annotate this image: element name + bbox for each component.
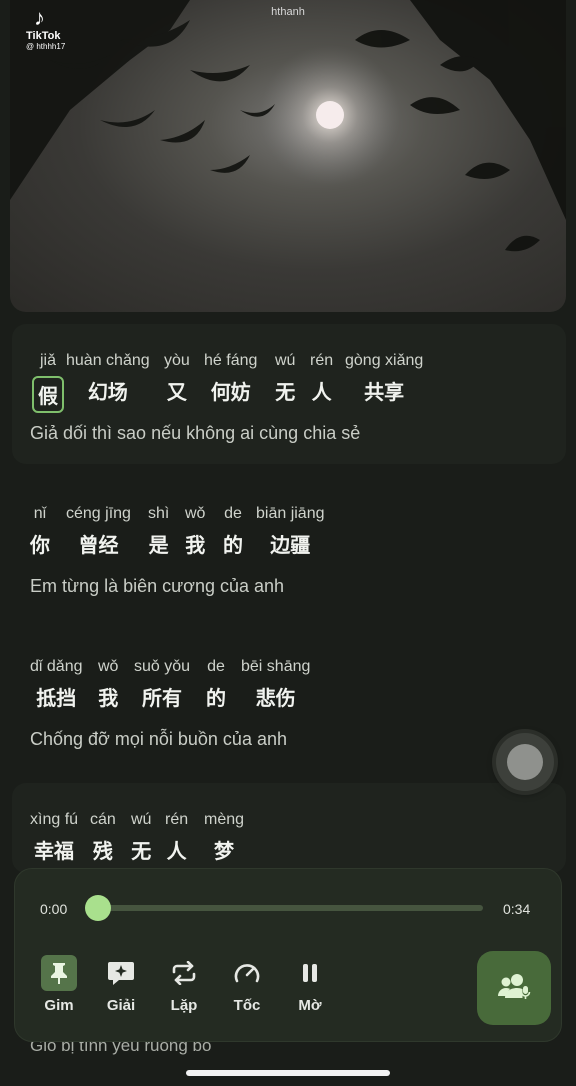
lyric-translation: Chống đỡ mọi nỗi buồn của anh [30,729,287,749]
progress-track[interactable] [99,905,483,911]
speedometer-icon [229,955,265,991]
assistive-touch-button[interactable] [496,733,554,791]
pause-icon [292,955,328,991]
lyric-translation: Em từng là biên cương của anh [30,576,285,596]
lyric-word[interactable]: shì 是 [148,505,169,558]
lyric-line[interactable]: xìng fú 幸福 cán 残 wú 无 rén 人 mèng 梦 [12,783,566,873]
repeat-button[interactable]: Lặp [156,955,212,1014]
lyric-word[interactable]: mèng 梦 [204,811,244,864]
current-time: 0:00 [40,901,68,917]
lyric-word[interactable]: de 的 [223,505,243,558]
lyric-word[interactable]: céng jīng 曾经 [66,505,131,558]
lyric-word[interactable]: wǒ 我 [98,658,118,711]
sparkle-chat-icon [103,955,139,991]
lyric-translation: Giả dối thì sao nếu không ai cùng chia s… [30,423,361,443]
pin-label: Gim [44,997,74,1014]
lyric-word[interactable]: yòu 又 [164,352,190,405]
lyric-word[interactable]: dǐ dǎng 抵挡 [30,658,83,711]
progress-knob[interactable] [85,895,111,921]
lyric-word[interactable]: cán 残 [90,811,116,864]
lyric-line[interactable]: nǐ 你 céng jīng 曾经 shì 是 wǒ 我 de 的 biān j… [12,477,566,617]
assistive-touch-icon [507,744,543,780]
pin-button[interactable]: Gim [31,955,87,1014]
lyric-word[interactable]: hé fáng 何妨 [204,352,257,405]
lyric-word[interactable]: wǒ 我 [185,505,205,558]
lyric-word[interactable]: de 的 [206,658,226,711]
audio-player: 0:00 0:34 Gim Giải Lặp Tốc Mờ [14,868,562,1042]
repeat-icon [166,955,202,991]
tiktok-handle: @ hthhh17 [26,42,66,51]
lyric-word[interactable]: wú 无 [131,811,151,864]
lyric-word[interactable]: gòng xiǎng 共享 [345,352,423,405]
users-mic-icon [497,972,531,1005]
home-indicator[interactable] [186,1070,390,1076]
explain-label: Giải [106,997,136,1014]
night-sky-illustration [10,0,566,252]
speed-button[interactable]: Tốc [219,955,275,1014]
explain-button[interactable]: Giải [93,955,149,1014]
moon [316,101,344,129]
lyric-word[interactable]: jiǎ 假 [32,352,64,413]
speed-label: Tốc [233,997,261,1014]
lyric-word-highlighted: 假 [32,376,64,413]
repeat-label: Lặp [170,997,198,1014]
lyric-word[interactable]: rén 人 [165,811,188,864]
pause-label: Mờ [298,997,322,1014]
lyric-word[interactable]: nǐ 你 [30,505,50,558]
lyric-line[interactable]: dǐ dǎng 抵挡 wǒ 我 suǒ yǒu 所有 de 的 bēi shān… [12,630,566,770]
lyric-word[interactable]: wú 无 [275,352,295,405]
pin-icon [41,955,77,991]
lyric-word[interactable]: biān jiāng 边疆 [256,505,325,558]
lyric-line[interactable]: jiǎ 假 huàn chǎng 幻场 yòu 又 hé fáng 何妨 wú … [12,324,566,464]
lyric-word[interactable]: bēi shāng 悲伤 [241,658,310,711]
lyric-word[interactable]: rén 人 [310,352,333,405]
lyric-word[interactable]: xìng fú 幸福 [30,811,78,864]
video-preview[interactable]: ♪ TikTok @ hthhh17 [10,0,566,312]
voice-chat-button[interactable] [477,951,551,1025]
lyric-word[interactable]: huàn chǎng 幻场 [66,352,150,405]
tiktok-brand: TikTok [26,30,61,42]
duration-time: 0:34 [503,901,531,917]
lyric-word[interactable]: suǒ yǒu 所有 [134,658,190,711]
pause-button[interactable]: Mờ [282,955,338,1014]
video-watermark: hthanh [271,6,305,18]
